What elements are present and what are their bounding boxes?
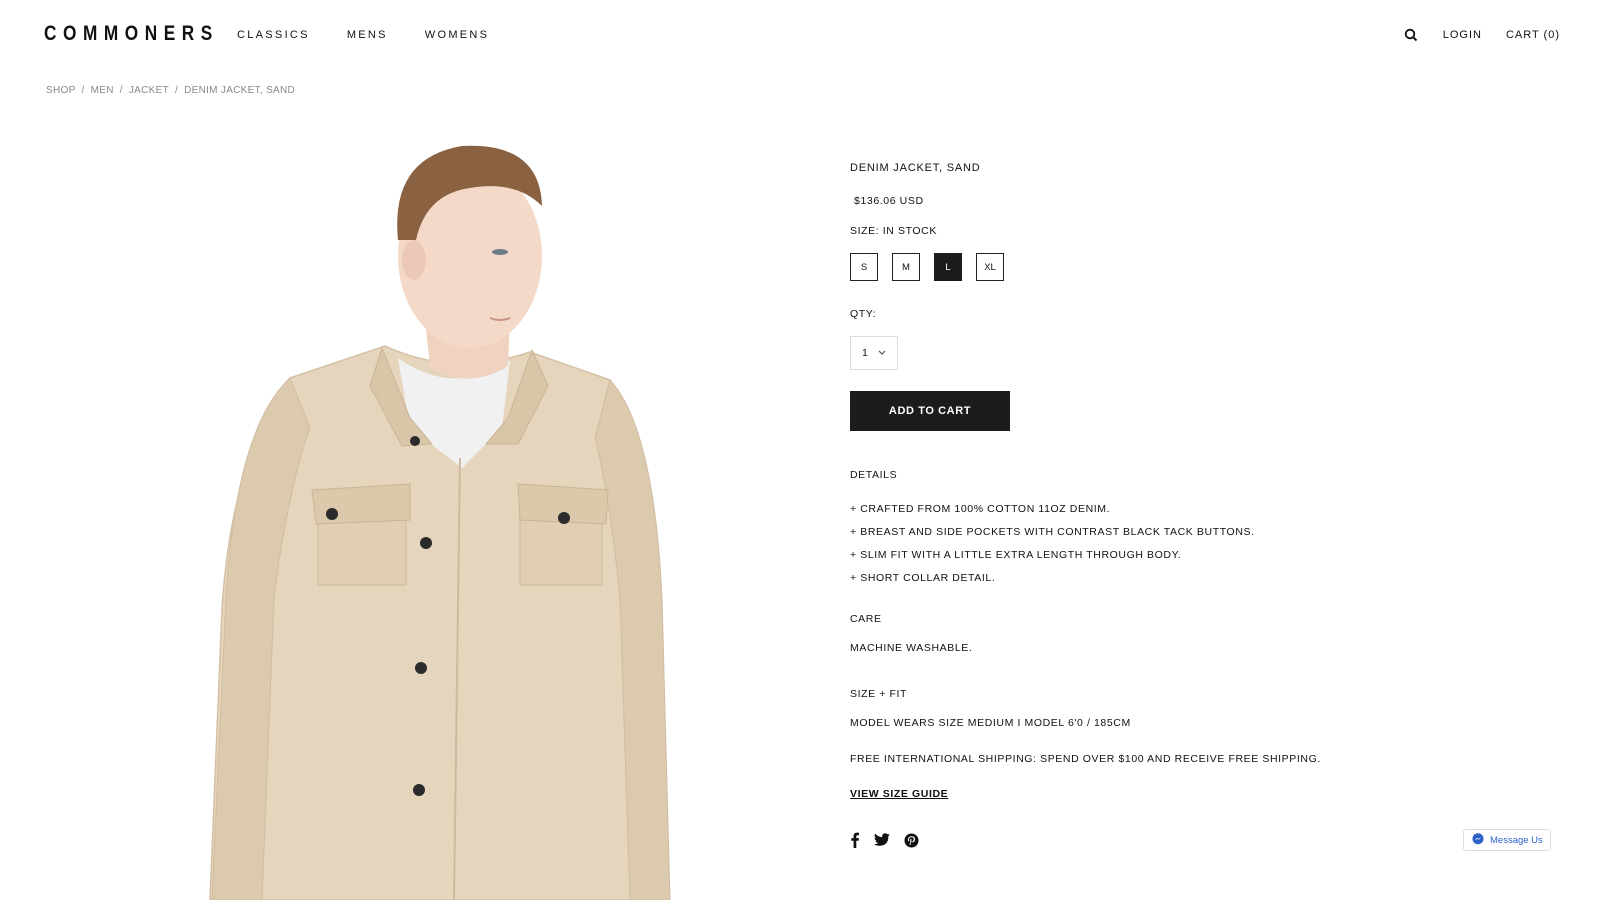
breadcrumb-separator: / xyxy=(81,85,85,96)
breadcrumb-current: DENIM JACKET, SAND xyxy=(184,85,296,96)
size-option-s[interactable]: S xyxy=(850,253,878,281)
messenger-chat-button[interactable]: Message Us xyxy=(1463,829,1551,851)
pinterest-icon[interactable] xyxy=(904,833,919,851)
chevron-down-icon xyxy=(878,347,886,359)
size-option-l[interactable]: L xyxy=(934,253,962,281)
twitter-icon[interactable] xyxy=(874,833,890,850)
size-option-m[interactable]: M xyxy=(892,253,920,281)
header-actions: LOGIN CART (0) xyxy=(1403,27,1560,43)
messenger-icon xyxy=(1472,832,1484,848)
add-to-cart-button[interactable]: ADD TO CART xyxy=(850,391,1010,431)
messenger-label: Message Us xyxy=(1490,834,1543,846)
size-selector: S M L XL xyxy=(850,253,1004,281)
brand-logo[interactable]: COMMONERS xyxy=(44,22,219,46)
breadcrumb-jacket[interactable]: JACKET xyxy=(129,85,169,96)
login-link[interactable]: LOGIN xyxy=(1443,29,1482,41)
shipping-text: FREE INTERNATIONAL SHIPPING: SPEND OVER … xyxy=(850,753,1321,765)
quantity-value: 1 xyxy=(862,347,869,359)
social-share xyxy=(850,832,919,851)
facebook-icon[interactable] xyxy=(850,832,860,851)
search-icon[interactable] xyxy=(1403,27,1419,43)
details-heading: DETAILS xyxy=(850,469,898,481)
breadcrumb-shop[interactable]: SHOP xyxy=(46,85,76,96)
fit-heading: SIZE + FIT xyxy=(850,688,908,700)
details-list: + CRAFTED FROM 100% COTTON 11OZ DENIM. +… xyxy=(850,498,1255,590)
size-label: SIZE: IN STOCK xyxy=(850,225,937,237)
nav-womens[interactable]: WOMENS xyxy=(425,29,490,41)
details-item: + CRAFTED FROM 100% COTTON 11OZ DENIM. xyxy=(850,503,1111,515)
nav-mens[interactable]: MENS xyxy=(347,29,388,41)
product-title: DENIM JACKET, SAND xyxy=(850,162,981,174)
breadcrumb-separator: / xyxy=(175,85,179,96)
details-item: + SLIM FIT WITH A LITTLE EXTRA LENGTH TH… xyxy=(850,549,1182,561)
care-text: MACHINE WASHABLE. xyxy=(850,642,973,654)
details-item: + SHORT COLLAR DETAIL. xyxy=(850,572,996,584)
qty-label: QTY: xyxy=(850,308,877,320)
quantity-select[interactable]: 1 xyxy=(850,336,898,370)
main-nav: CLASSICS MENS WOMENS xyxy=(237,29,489,41)
product-image[interactable] xyxy=(170,128,730,901)
size-option-xl[interactable]: XL xyxy=(976,253,1004,281)
details-item: + BREAST AND SIDE POCKETS WITH CONTRAST … xyxy=(850,526,1255,538)
breadcrumb-men[interactable]: MEN xyxy=(91,85,114,96)
cart-link[interactable]: CART (0) xyxy=(1506,29,1560,41)
care-heading: CARE xyxy=(850,613,882,625)
fit-text: MODEL WEARS SIZE MEDIUM I MODEL 6'0 / 18… xyxy=(850,717,1131,729)
site-header: COMMONERS CLASSICS MENS WOMENS LOGIN CAR… xyxy=(0,0,1600,70)
breadcrumb: SHOP / MEN / JACKET / DENIM JACKET, SAND xyxy=(46,85,295,96)
breadcrumb-separator: / xyxy=(119,85,123,96)
size-guide-link[interactable]: VIEW SIZE GUIDE xyxy=(850,788,948,800)
product-price: $136.06 USD xyxy=(854,195,924,207)
nav-classics[interactable]: CLASSICS xyxy=(237,29,310,41)
